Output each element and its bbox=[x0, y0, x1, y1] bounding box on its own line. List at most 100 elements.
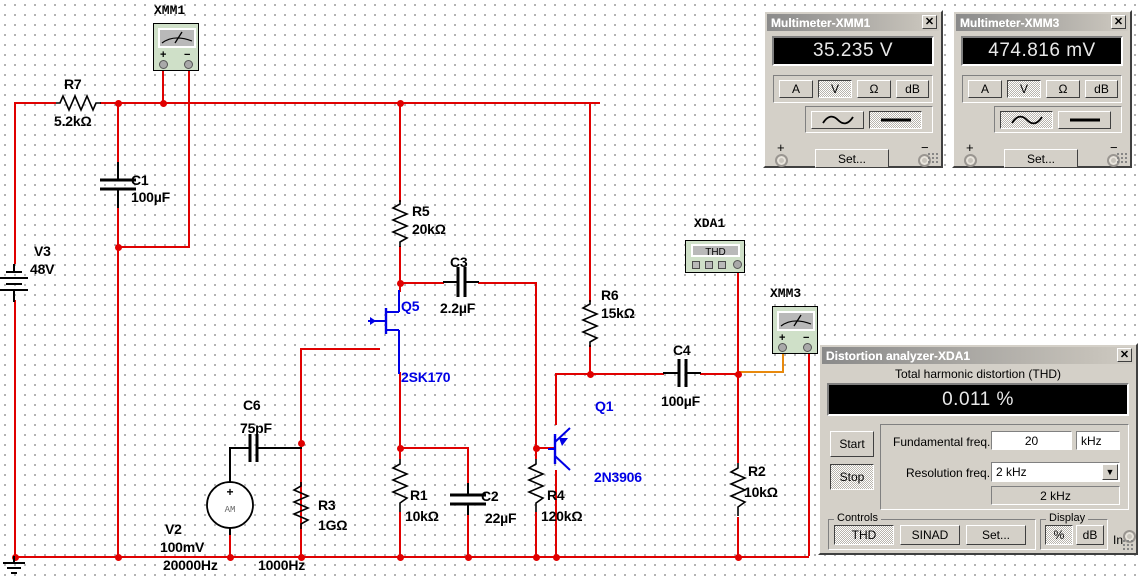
xda1-fundamental-unit[interactable]: kHz bbox=[1076, 431, 1120, 450]
wire-xmm3-minus bbox=[808, 341, 810, 556]
xmm3-mode-db-button[interactable]: dB bbox=[1085, 80, 1118, 98]
node-q1-emitter bbox=[586, 370, 594, 378]
close-icon[interactable]: ✕ bbox=[1117, 348, 1132, 362]
xda1-titlebar[interactable]: Distortion analyzer-XDA1 ✕ bbox=[822, 347, 1134, 364]
xmm1-titlebar[interactable]: Multimeter-XMM1 ✕ bbox=[767, 14, 939, 31]
xda1-resolution-select[interactable]: 2 kHz ▼ bbox=[991, 462, 1120, 482]
xmm1-title: Multimeter-XMM1 bbox=[771, 15, 871, 30]
xmm1-mode-a-button[interactable]: A bbox=[779, 80, 813, 98]
close-icon[interactable]: ✕ bbox=[922, 15, 937, 29]
node-gnd-c1 bbox=[114, 553, 122, 561]
symbol-ground bbox=[3, 556, 25, 574]
xda1-icon-indicator-1 bbox=[692, 261, 700, 269]
symbol-r7[interactable] bbox=[56, 92, 102, 114]
label-q1-ref: Q1 bbox=[595, 398, 614, 414]
symbol-r6[interactable] bbox=[579, 300, 601, 348]
symbol-c4[interactable] bbox=[663, 355, 701, 391]
label-xmm3-ref: XMM3 bbox=[770, 286, 802, 301]
svg-text:AM: AM bbox=[225, 505, 236, 515]
xda1-thd-button[interactable]: THD bbox=[834, 525, 894, 545]
xmm1-terminal-plus[interactable] bbox=[775, 154, 788, 167]
xmm3-mode-v-button[interactable]: V bbox=[1007, 80, 1041, 98]
xda1-stop-button[interactable]: Stop bbox=[830, 464, 874, 490]
xmm3-set-button[interactable]: Set... bbox=[1004, 149, 1078, 168]
xmm3-coupling-ac-button[interactable] bbox=[1000, 111, 1053, 129]
label-r4-value: 120kΩ bbox=[541, 508, 583, 524]
label-r7-ref: R7 bbox=[64, 76, 82, 92]
label-q5-value: 2SK170 bbox=[401, 369, 451, 385]
xmm3-plus-label: + bbox=[966, 140, 974, 155]
xda1-display-percent-button[interactable]: % bbox=[1045, 525, 1073, 545]
resize-grip-icon[interactable] bbox=[927, 152, 939, 164]
distortion-analyzer-panel[interactable]: Distortion analyzer-XDA1 ✕ Total harmoni… bbox=[818, 343, 1138, 555]
symbol-q1-bjt[interactable] bbox=[548, 420, 588, 478]
xda1-icon-terminal-in[interactable] bbox=[733, 260, 742, 269]
label-c2-ref: C2 bbox=[481, 488, 499, 504]
xmm3-icon-terminal-plus[interactable] bbox=[778, 343, 787, 352]
label-v2-ref: V2 bbox=[165, 521, 182, 537]
wire-c2-bottom bbox=[467, 512, 469, 556]
xda1-thd-display: 0.011 % bbox=[827, 383, 1129, 416]
label-r5-value: 20kΩ bbox=[412, 221, 446, 237]
label-c4-ref: C4 bbox=[673, 342, 691, 358]
xda1-display-db-button[interactable]: dB bbox=[1076, 525, 1104, 545]
instrument-icon-xda1[interactable]: THD bbox=[685, 240, 745, 273]
xmm1-mode-db-button[interactable]: dB bbox=[896, 80, 929, 98]
symbol-v2-ac-source[interactable]: + AM bbox=[205, 474, 255, 535]
xmm3-coupling-dc-button[interactable] bbox=[1058, 111, 1111, 129]
node-r5-top bbox=[396, 99, 404, 107]
label-r4-ref: R4 bbox=[547, 487, 565, 503]
xmm3-titlebar[interactable]: Multimeter-XMM3 ✕ bbox=[956, 14, 1128, 31]
xmm1-set-button[interactable]: Set... bbox=[815, 149, 889, 168]
xmm1-mode-ohm-button[interactable]: Ω bbox=[857, 80, 891, 98]
xmm1-mode-v-button[interactable]: V bbox=[818, 80, 852, 98]
label-r3-ref: R3 bbox=[318, 497, 336, 513]
multimeter-xmm1-panel[interactable]: Multimeter-XMM1 ✕ 35.235 V A V Ω dB + − … bbox=[763, 10, 943, 168]
label-c3-ref: C3 bbox=[450, 254, 468, 270]
label-r2-value: 10kΩ bbox=[744, 484, 778, 500]
sine-wave-icon bbox=[821, 115, 854, 125]
symbol-r1[interactable] bbox=[389, 459, 411, 513]
instrument-icon-xmm1[interactable]: + − bbox=[153, 23, 199, 71]
xmm3-icon-terminal-minus[interactable] bbox=[803, 343, 812, 352]
xmm3-terminal-plus[interactable] bbox=[964, 154, 977, 167]
multimeter-xmm3-panel[interactable]: Multimeter-XMM3 ✕ 474.816 mV A V Ω dB + … bbox=[952, 10, 1132, 168]
xmm3-mode-ohm-button[interactable]: Ω bbox=[1046, 80, 1080, 98]
wire-c6-right bbox=[268, 447, 302, 449]
wire-r2-bottom bbox=[737, 517, 739, 556]
xmm3-mode-a-button[interactable]: A bbox=[968, 80, 1002, 98]
circuit-simulator-canvas[interactable]: + AM R7 5.2kΩ V3 48V C1 100µF R5 20kΩ C3… bbox=[0, 0, 1140, 582]
xda1-fundamental-input[interactable]: 20 bbox=[991, 431, 1072, 450]
xmm1-icon-terminal-plus[interactable] bbox=[159, 60, 168, 69]
resize-grip-icon[interactable] bbox=[1122, 539, 1134, 551]
symbol-r3[interactable] bbox=[290, 482, 312, 530]
chevron-down-icon[interactable]: ▼ bbox=[1102, 464, 1118, 480]
xmm1-coupling-dc-button[interactable] bbox=[869, 111, 922, 129]
label-c4-value: 100µF bbox=[661, 393, 700, 409]
xda1-controls-group-title: Controls bbox=[834, 512, 881, 524]
instrument-icon-xmm3[interactable]: + − bbox=[772, 306, 818, 354]
node-gnd-r1 bbox=[396, 553, 404, 561]
label-q5-ref: Q5 bbox=[401, 298, 420, 314]
label-v2-value: 100mV bbox=[160, 539, 205, 555]
label-r1-ref: R1 bbox=[410, 487, 428, 503]
symbol-r5[interactable] bbox=[389, 200, 411, 248]
resize-grip-icon[interactable] bbox=[1116, 152, 1128, 164]
xmm1-coupling-ac-button[interactable] bbox=[811, 111, 864, 129]
xda1-thd-caption: Total harmonic distortion (THD) bbox=[894, 367, 1062, 381]
label-v2-freq2: 1000Hz bbox=[258, 557, 306, 573]
xda1-sinad-button[interactable]: SINAD bbox=[900, 525, 960, 545]
xmm1-icon-terminal-minus[interactable] bbox=[184, 60, 193, 69]
xda1-set-button[interactable]: Set... bbox=[966, 525, 1026, 545]
xda1-start-button[interactable]: Start bbox=[830, 431, 874, 457]
wire-q1-emitter-node bbox=[555, 373, 591, 375]
svg-text:+: + bbox=[226, 485, 233, 499]
xmm1-plus-label: + bbox=[777, 140, 785, 155]
label-c1-value: 100µF bbox=[131, 189, 170, 205]
symbol-v3-battery[interactable] bbox=[0, 264, 31, 302]
xmm1-reading-display: 35.235 V bbox=[772, 36, 934, 66]
symbol-r4[interactable] bbox=[525, 459, 547, 513]
close-icon[interactable]: ✕ bbox=[1111, 15, 1126, 29]
label-xda1-ref: XDA1 bbox=[694, 216, 726, 231]
wire-q1-emitter bbox=[555, 373, 557, 425]
